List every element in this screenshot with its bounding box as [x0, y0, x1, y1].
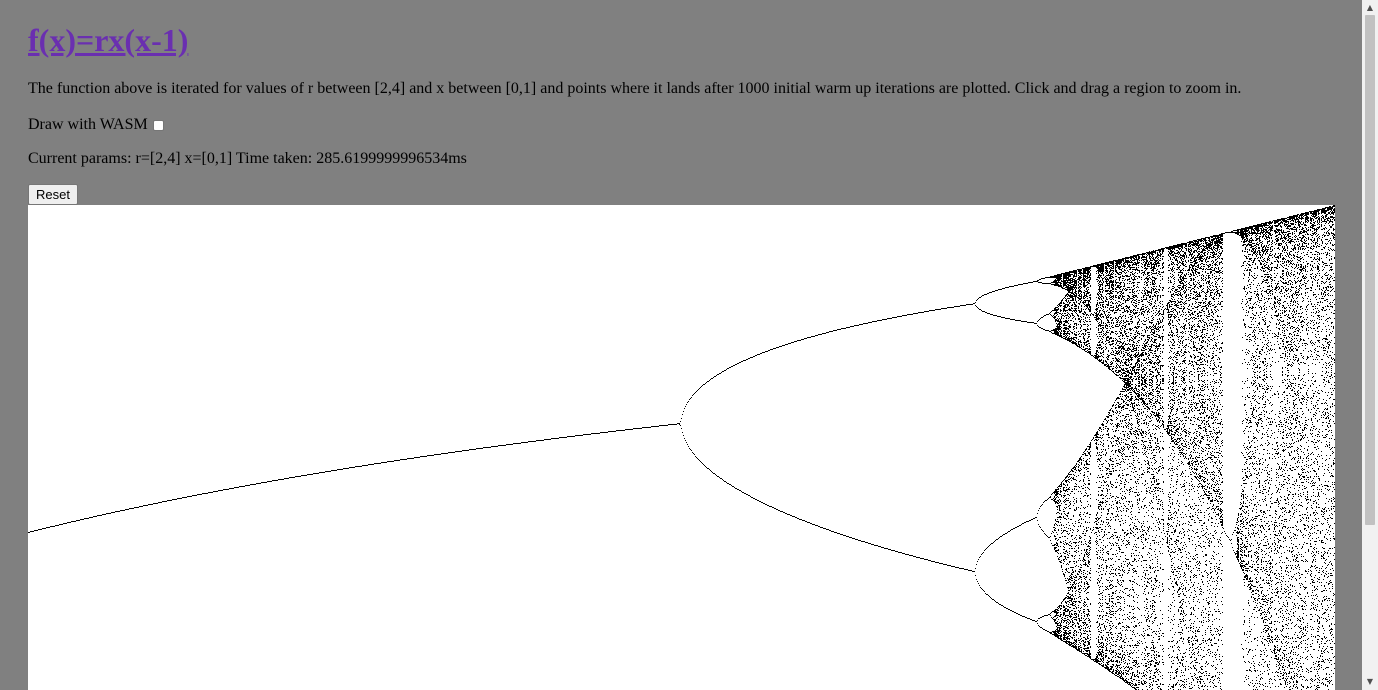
- page: f(x)=rx(x-1) The function above is itera…: [0, 0, 1362, 690]
- scroll-up-icon[interactable]: ▲: [1362, 1, 1378, 15]
- vertical-scrollbar[interactable]: ▲ ▼: [1362, 0, 1378, 690]
- heading-link[interactable]: f(x)=rx(x-1): [28, 20, 188, 60]
- wasm-option: Draw with WASM: [28, 115, 164, 135]
- description: The function above is iterated for value…: [28, 80, 1242, 97]
- current-params: Current params: r=[2,4] x=[0,1] Time tak…: [28, 150, 467, 167]
- wasm-label: Draw with WASM: [28, 116, 148, 133]
- bifurcation-points: [28, 205, 1335, 690]
- wasm-checkbox[interactable]: [152, 119, 164, 131]
- scroll-down-icon[interactable]: ▼: [1362, 675, 1378, 689]
- bifurcation-plot[interactable]: [28, 205, 1335, 690]
- reset-button[interactable]: Reset: [28, 184, 78, 205]
- bifurcation-canvas[interactable]: [28, 205, 1335, 690]
- scroll-thumb[interactable]: [1365, 15, 1375, 525]
